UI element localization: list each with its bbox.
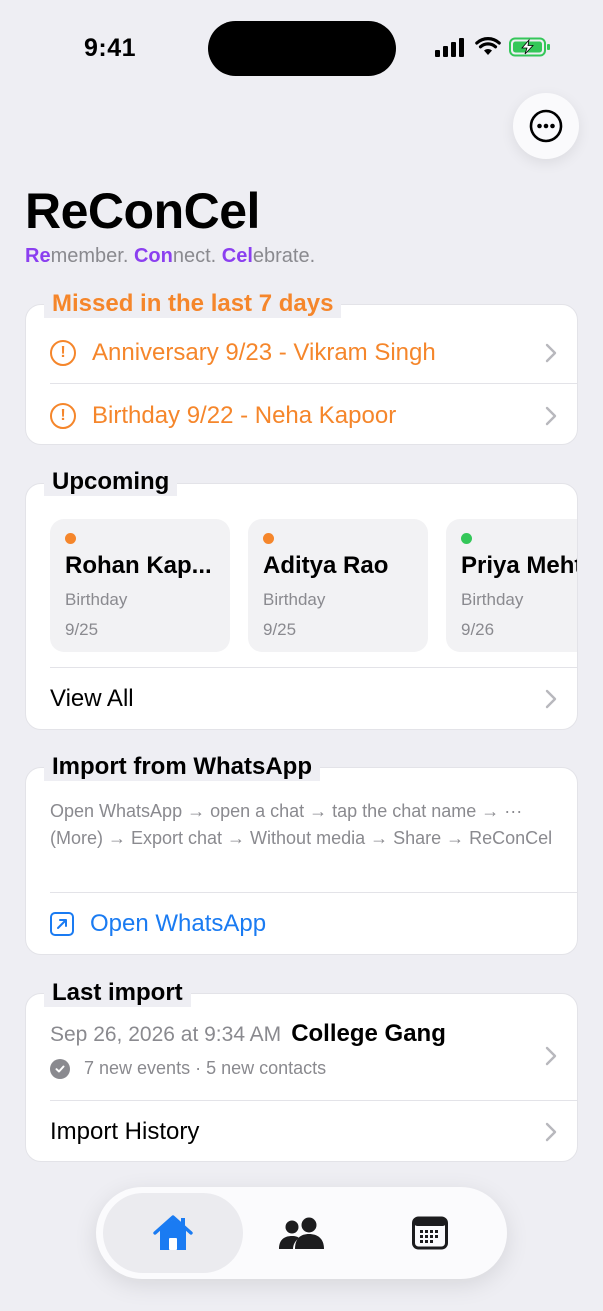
- status-dot: [263, 533, 274, 544]
- app-tagline: Remember. Connect. Celebrate.: [25, 245, 315, 268]
- last-import-date: Sep 26, 2026 at 9:34 AM: [50, 1023, 282, 1046]
- chevron-right-icon: [545, 1046, 557, 1066]
- last-import-card: Sep 26, 2026 at 9:34 AM College Gang 7 n…: [25, 993, 578, 1162]
- tab-calendar[interactable]: [360, 1193, 500, 1273]
- status-dot: [461, 533, 472, 544]
- tile-name: Priya Mehta: [461, 552, 577, 579]
- upcoming-card: Rohan Kap... Birthday 9/25 Aditya Rao Bi…: [25, 483, 578, 730]
- status-dot: [65, 533, 76, 544]
- upcoming-tile[interactable]: Rohan Kap... Birthday 9/25: [50, 519, 230, 652]
- missed-item[interactable]: ! Birthday 9/22 - Neha Kapoor: [26, 384, 577, 444]
- tagline-text: nect.: [172, 245, 222, 267]
- tile-date: 9/26: [461, 620, 495, 639]
- tile-name: Rohan Kap...: [65, 552, 212, 579]
- tagline-text: member.: [50, 245, 134, 267]
- dynamic-island: [208, 21, 396, 76]
- chevron-right-icon: [545, 406, 557, 425]
- chevron-right-icon: [545, 1122, 557, 1141]
- missed-item[interactable]: ! Anniversary 9/23 - Vikram Singh: [26, 321, 577, 384]
- app-title: ReConCel: [25, 183, 260, 239]
- whatsapp-section-title: Import from WhatsApp: [44, 753, 320, 781]
- import-history-button[interactable]: Import History: [26, 1101, 577, 1161]
- missed-item-label: Birthday 9/22 - Neha Kapoor: [92, 401, 397, 429]
- tagline-accent: Con: [133, 245, 173, 267]
- status-bar: 9:41: [0, 0, 603, 96]
- more-options-button[interactable]: [513, 93, 579, 159]
- chevron-right-icon: [545, 689, 557, 709]
- whatsapp-card: Open WhatsApp → open a chat → tap the ch…: [25, 767, 578, 955]
- whatsapp-instructions: Open WhatsApp → open a chat → tap the ch…: [50, 801, 553, 848]
- tab-bar: [96, 1187, 507, 1279]
- missed-section-title: Missed in the last 7 days: [44, 290, 342, 318]
- tile-kind: Birthday: [263, 590, 326, 609]
- upcoming-tile[interactable]: Priya Mehta Birthday 9/26: [446, 519, 577, 652]
- view-all-label: View All: [50, 685, 134, 712]
- alert-icon: !: [50, 339, 76, 366]
- battery-charging-icon: [509, 37, 550, 57]
- tagline-accent: Cel: [221, 245, 253, 267]
- tile-kind: Birthday: [461, 590, 524, 609]
- more-ellipsis-icon: [529, 109, 563, 143]
- tile-date: 9/25: [65, 620, 99, 639]
- upcoming-section-title: Upcoming: [44, 468, 178, 496]
- tab-home[interactable]: [103, 1193, 243, 1273]
- wifi-icon: [475, 37, 501, 55]
- missed-item-label: Anniversary 9/23 - Vikram Singh: [92, 338, 436, 366]
- cellular-signal-icon: [435, 38, 464, 57]
- tile-kind: Birthday: [65, 590, 128, 609]
- tagline-accent: Re: [25, 245, 51, 267]
- last-import-row[interactable]: Sep 26, 2026 at 9:34 AM College Gang 7 n…: [26, 1020, 577, 1100]
- last-import-group: College Gang: [291, 1020, 446, 1047]
- checkmark-circle-icon: [50, 1058, 70, 1079]
- tile-date: 9/25: [263, 620, 297, 639]
- last-import-summary-line: 7 new events · 5 new contacts: [50, 1058, 326, 1079]
- last-import-summary: 7 new events · 5 new contacts: [84, 1058, 327, 1078]
- tagline-text: ebrate.: [252, 245, 316, 267]
- missed-card: ! Anniversary 9/23 - Vikram Singh ! Birt…: [25, 304, 578, 445]
- status-icons: [435, 37, 551, 57]
- last-import-section-title: Last import: [44, 979, 191, 1007]
- home-icon: [153, 1215, 193, 1250]
- open-whatsapp-label: Open WhatsApp: [90, 910, 267, 937]
- tab-contacts[interactable]: [232, 1193, 372, 1273]
- open-whatsapp-button[interactable]: Open WhatsApp: [26, 893, 577, 954]
- upcoming-tile[interactable]: Aditya Rao Birthday 9/25: [248, 519, 428, 652]
- calendar-icon: [412, 1216, 448, 1250]
- chevron-right-icon: [545, 343, 557, 362]
- alert-icon: !: [50, 402, 76, 429]
- people-icon: [279, 1217, 324, 1249]
- import-history-label: Import History: [50, 1117, 200, 1145]
- last-import-header: Sep 26, 2026 at 9:34 AM College Gang: [50, 1020, 446, 1048]
- tile-name: Aditya Rao: [263, 552, 389, 579]
- upcoming-carousel[interactable]: Rohan Kap... Birthday 9/25 Aditya Rao Bi…: [50, 519, 577, 652]
- view-all-button[interactable]: View All: [26, 668, 577, 729]
- status-time: 9:41: [84, 34, 137, 62]
- external-link-icon: [50, 912, 74, 936]
